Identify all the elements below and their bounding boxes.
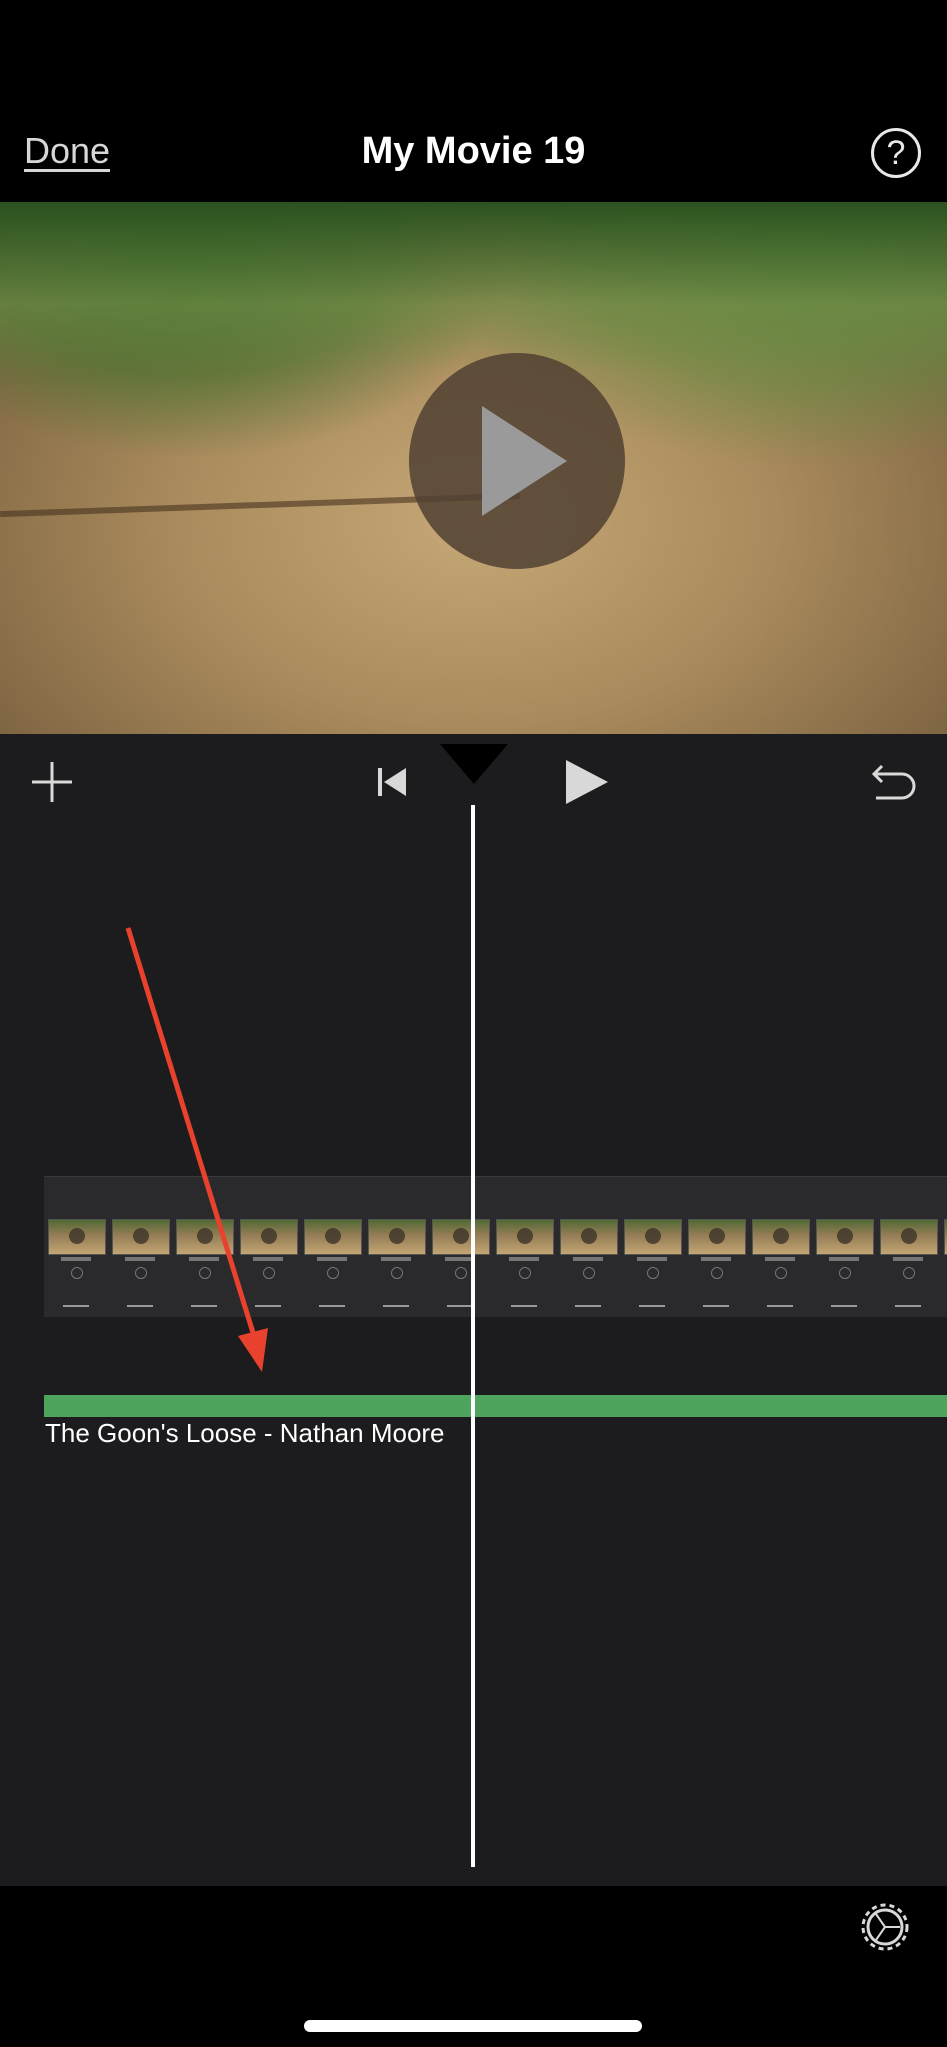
clip-mini-icon [391,1267,403,1279]
video-clip-track[interactable] [44,1176,947,1317]
clip-caption [253,1257,283,1261]
clip-caption [61,1257,91,1261]
play-icon [482,406,567,516]
thumbnail-subject [325,1228,341,1244]
clip-mini-icon [839,1267,851,1279]
clip-thumbnail[interactable] [304,1219,362,1255]
clip-mini-icon [903,1267,915,1279]
clip-thumbnail[interactable] [496,1219,554,1255]
help-button[interactable]: ? [871,128,921,178]
home-indicator[interactable] [304,2020,642,2032]
clip-thumbnail[interactable] [816,1219,874,1255]
clip-mini-icon [263,1267,275,1279]
thumbnail-subject [581,1228,597,1244]
clip-caption [125,1257,155,1261]
video-preview[interactable] [0,202,947,734]
clip-thumbnail[interactable] [176,1219,234,1255]
thumbnail-subject [133,1228,149,1244]
clip-thumbnail[interactable] [48,1219,106,1255]
clip-thumbnail[interactable] [624,1219,682,1255]
clip-mini-icon [135,1267,147,1279]
clip-base-line [895,1305,921,1307]
clip-caption [701,1257,731,1261]
clip-caption [189,1257,219,1261]
clip-base-line [447,1305,473,1307]
help-icon: ? [886,133,906,172]
clip-thumbnail[interactable] [112,1219,170,1255]
clip-caption [637,1257,667,1261]
clip-thumbnail[interactable] [368,1219,426,1255]
audio-track-label: The Goon's Loose - Nathan Moore [45,1418,445,1448]
clip-caption [829,1257,859,1261]
audio-track-bar[interactable] [44,1395,947,1417]
clip-thumbnail[interactable] [560,1219,618,1255]
thumbnail-subject [517,1228,533,1244]
clip-mini-icon [199,1267,211,1279]
thumbnail-subject [645,1228,661,1244]
thumbnail-subject [453,1228,469,1244]
skip-back-button[interactable] [362,752,422,812]
clip-base-line [255,1305,281,1307]
clip-base-line [767,1305,793,1307]
project-settings-button[interactable] [860,1902,910,1952]
undo-button[interactable] [864,752,924,812]
clip-thumbnail[interactable] [432,1219,490,1255]
clip-base-line [127,1305,153,1307]
clip-thumbnail[interactable] [880,1219,938,1255]
clip-caption [381,1257,411,1261]
clip-mini-icon [775,1267,787,1279]
clip-base-line [63,1305,89,1307]
clip-caption [893,1257,923,1261]
thumbnail-subject [837,1228,853,1244]
thumbnail-subject [69,1228,85,1244]
clip-base-line [191,1305,217,1307]
clip-base-line [639,1305,665,1307]
preview-grass [0,202,947,372]
thumbnail-subject [197,1228,213,1244]
clip-thumbnail[interactable] [688,1219,746,1255]
thumbnail-subject [389,1228,405,1244]
clip-base-line [703,1305,729,1307]
clip-thumbnail[interactable] [752,1219,810,1255]
clip-mini-icon [327,1267,339,1279]
thumbnail-subject [709,1228,725,1244]
clip-caption [317,1257,347,1261]
clip-base-line [831,1305,857,1307]
clip-mini-icon [71,1267,83,1279]
add-media-button[interactable] [22,752,82,812]
thumbnail-subject [901,1228,917,1244]
clip-thumbnail[interactable] [240,1219,298,1255]
clip-mini-icon [647,1267,659,1279]
clip-base-line [319,1305,345,1307]
thumbnail-subject [261,1228,277,1244]
playhead-line[interactable] [471,805,475,1867]
clip-mini-icon [455,1267,467,1279]
skip-back-icon [378,768,406,796]
clip-mini-icon [711,1267,723,1279]
clip-caption [765,1257,795,1261]
clip-base-line [575,1305,601,1307]
preview-play-button[interactable] [409,353,625,569]
play-button[interactable] [556,752,616,812]
play-icon [566,760,608,804]
clip-caption [573,1257,603,1261]
project-title: My Movie 19 [361,130,586,172]
undo-icon [871,764,916,800]
clip-caption [509,1257,539,1261]
clip-mini-icon [583,1267,595,1279]
playhead-marker [440,744,508,784]
thumbnail-subject [773,1228,789,1244]
add-icon [32,762,72,802]
clip-mini-icon [519,1267,531,1279]
clip-base-line [511,1305,537,1307]
gear-icon [861,1903,909,1951]
clip-base-line [383,1305,409,1307]
